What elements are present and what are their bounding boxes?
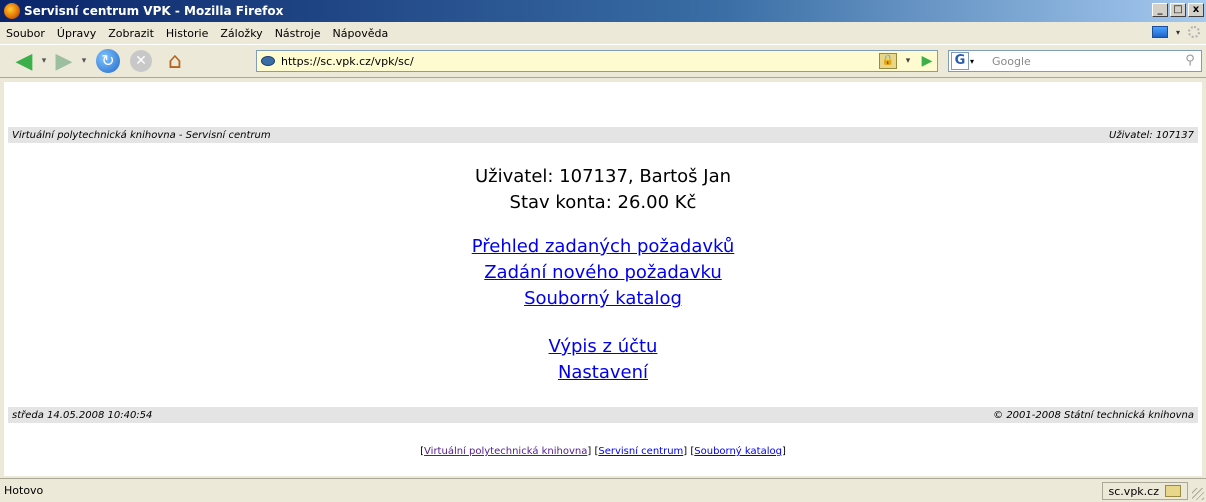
padlock-icon[interactable]: 🔒: [879, 53, 897, 69]
link-union-catalog[interactable]: Souborný katalog: [4, 288, 1202, 309]
menu-zobrazit[interactable]: Zobrazit: [102, 27, 160, 40]
menu-historie[interactable]: Historie: [160, 27, 214, 40]
forward-history-chevron-icon[interactable]: ▾: [78, 56, 90, 66]
throbber-icon: [1188, 26, 1200, 38]
page-content: Virtuální polytechnická knihovna - Servi…: [4, 82, 1202, 476]
footer-link-service-center[interactable]: Servisní centrum: [598, 446, 683, 457]
close-button[interactable]: x: [1188, 3, 1204, 17]
header-user-id: Uživatel: 107137: [1109, 129, 1194, 141]
forward-arrow-icon[interactable]: ▶: [50, 47, 78, 75]
resize-grip-icon[interactable]: [1192, 488, 1204, 500]
page-footer-bar: středa 14.05.2008 10:40:54 © 2001-2008 S…: [8, 407, 1198, 423]
date-time: středa 14.05.2008 10:40:54: [12, 409, 153, 421]
link-request-overview[interactable]: Přehled zadaných požadavků: [4, 236, 1202, 257]
status-host: sc.vpk.cz: [1108, 484, 1159, 498]
stop-icon[interactable]: ✕: [130, 50, 152, 72]
menu-right-icons: ▾: [1151, 26, 1200, 38]
menu-zalozky[interactable]: Záložky: [214, 27, 268, 40]
site-title: Virtuální polytechnická knihovna - Servi…: [12, 129, 271, 141]
title-bar: Servisní centrum VPK - Mozilla Firefox _…: [0, 0, 1206, 22]
home-icon[interactable]: ⌂: [162, 49, 188, 74]
firefox-icon: [4, 3, 20, 19]
search-input[interactable]: Google: [992, 55, 1031, 68]
site-identity-icon[interactable]: [261, 56, 275, 66]
menu-napoveda[interactable]: Nápověda: [327, 27, 395, 40]
google-engine-icon[interactable]: G: [951, 52, 969, 70]
magnifier-icon[interactable]: ⚲: [1181, 53, 1199, 69]
chevron-down-icon[interactable]: ▾: [1176, 28, 1180, 37]
account-balance-line: Stav konta: 26.00 Kč: [509, 192, 697, 213]
status-bar: Hotovo sc.vpk.cz: [0, 478, 1206, 502]
menu-soubor[interactable]: Soubor: [0, 27, 51, 40]
footer-links: [Virtuální polytechnická knihovna] [Serv…: [420, 446, 786, 457]
address-bar-buttons: 🔒 ▾ ▶: [879, 53, 935, 69]
menu-bar: Soubor Úpravy Zobrazit Historie Záložky …: [0, 22, 1206, 44]
page-header-bar: Virtuální polytechnická knihovna - Servi…: [8, 127, 1198, 143]
minimize-button[interactable]: _: [1152, 3, 1168, 17]
window-controls: _ □ x: [1152, 3, 1204, 17]
link-new-request[interactable]: Zadání nového požadavku: [4, 262, 1202, 283]
menu-upravy[interactable]: Úpravy: [51, 27, 102, 40]
navigation-toolbar: ◀ ▾ ▶ ▾ ↻ ✕ ⌂ https://sc.vpk.cz/vpk/sc/ …: [0, 44, 1206, 78]
link-account-statement[interactable]: Výpis z účtu: [4, 336, 1202, 357]
footer-link-vpk[interactable]: Virtuální polytechnická knihovna: [424, 446, 587, 457]
messenger-icon[interactable]: [1151, 26, 1168, 38]
copyright: © 2001-2008 Státní technická knihovna: [993, 409, 1194, 421]
engine-chevron-icon[interactable]: ▾: [970, 57, 974, 66]
back-arrow-icon[interactable]: ◀: [10, 47, 38, 75]
url-text[interactable]: https://sc.vpk.cz/vpk/sc/: [281, 55, 414, 68]
link-settings[interactable]: Nastavení: [4, 362, 1202, 383]
back-history-chevron-icon[interactable]: ▾: [38, 56, 50, 66]
window-title: Servisní centrum VPK - Mozilla Firefox: [24, 4, 284, 18]
status-security-panel[interactable]: sc.vpk.cz: [1101, 482, 1188, 500]
address-bar[interactable]: https://sc.vpk.cz/vpk/sc/ 🔒 ▾ ▶: [256, 50, 938, 72]
go-arrow-icon[interactable]: ▶: [919, 53, 935, 69]
browser-window: Servisní centrum VPK - Mozilla Firefox _…: [0, 0, 1206, 502]
user-name-line: Uživatel: 107137, Bartoš Jan: [474, 166, 732, 187]
search-bar[interactable]: G ▾ Google ⚲: [948, 50, 1202, 72]
maximize-button[interactable]: □: [1170, 3, 1186, 17]
status-text: Hotovo: [4, 484, 44, 497]
footer-link-catalog[interactable]: Souborný katalog: [694, 446, 782, 457]
url-history-chevron-icon[interactable]: ▾: [901, 53, 915, 69]
reload-icon[interactable]: ↻: [96, 49, 120, 73]
lock-icon[interactable]: [1165, 485, 1181, 497]
menu-nastroje[interactable]: Nástroje: [269, 27, 327, 40]
